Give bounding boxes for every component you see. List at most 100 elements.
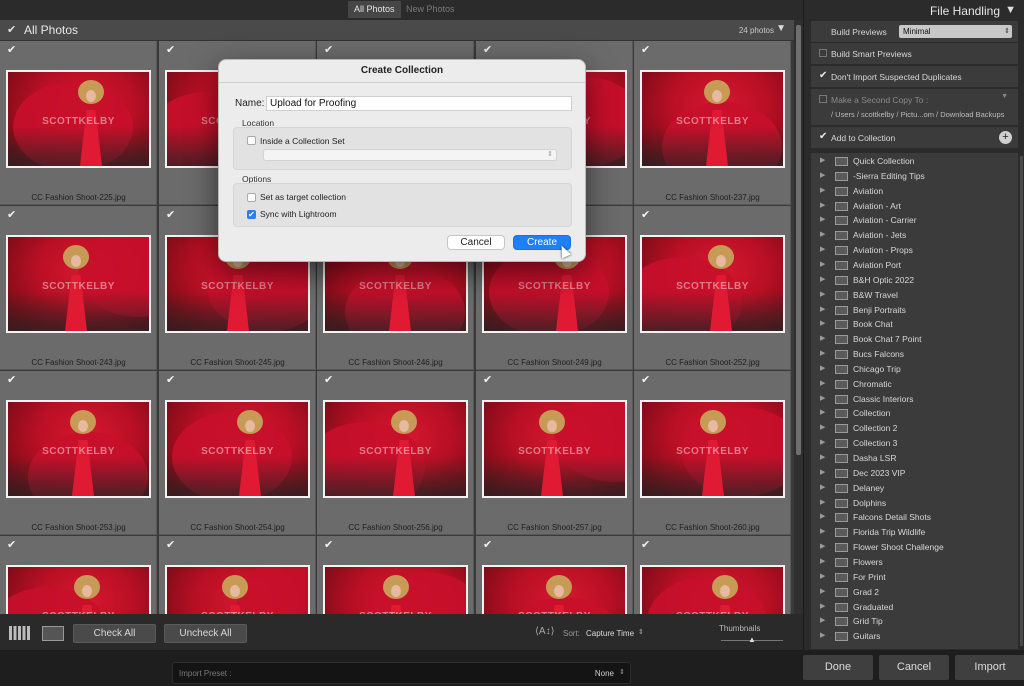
- disclosure-triangle-icon[interactable]: ▶: [820, 483, 825, 491]
- collection-item[interactable]: ▶ Dec 2023 VIP: [811, 466, 1018, 481]
- photo-cell[interactable]: ✔ SCOTTKELBY CC Fashion Shoot-237.jpg: [634, 41, 791, 205]
- disclosure-triangle-icon[interactable]: ▶: [820, 557, 825, 565]
- sort-select[interactable]: Capture Time: [586, 629, 634, 638]
- disclosure-triangle-icon[interactable]: ▶: [820, 171, 825, 179]
- disclosure-triangle-icon[interactable]: ▶: [820, 616, 825, 624]
- photo-thumbnail[interactable]: SCOTTKELBY: [165, 400, 310, 498]
- photo-thumbnail[interactable]: SCOTTKELBY: [6, 565, 151, 614]
- disclosure-triangle-icon[interactable]: ▶: [820, 408, 825, 416]
- grid-scrollbar-thumb[interactable]: [796, 25, 801, 455]
- collection-item[interactable]: ▶ Aviation - Props: [811, 243, 1018, 258]
- disclosure-triangle-icon[interactable]: ▶: [820, 215, 825, 223]
- collection-item[interactable]: ▶ Quick Collection: [811, 154, 1018, 169]
- disclosure-triangle-icon[interactable]: ▶: [820, 572, 825, 580]
- second-copy-checkbox[interactable]: [819, 95, 827, 103]
- disclosure-triangle-icon[interactable]: ▶: [820, 290, 825, 298]
- disclosure-triangle-icon[interactable]: ▶: [820, 602, 825, 610]
- collection-item[interactable]: ▶ Aviation - Art: [811, 199, 1018, 214]
- collection-item[interactable]: ▶ Aviation: [811, 184, 1018, 199]
- photo-cell[interactable]: ✔ SCOTTKELBY: [159, 536, 316, 614]
- photo-cell[interactable]: ✔ SCOTTKELBY CC Fashion Shoot-256.jpg: [317, 371, 474, 535]
- photo-thumbnail[interactable]: SCOTTKELBY: [6, 70, 151, 168]
- photo-checkbox[interactable]: ✔: [641, 43, 650, 56]
- done-button[interactable]: Done: [803, 655, 873, 680]
- photo-cell[interactable]: ✔ SCOTTKELBY: [634, 536, 791, 614]
- import-preset-select[interactable]: Import Preset : None ⇕: [172, 662, 631, 684]
- photo-checkbox[interactable]: ✔: [166, 538, 175, 551]
- uncheck-all-button[interactable]: Uncheck All: [164, 624, 247, 643]
- sync-with-lightroom-checkbox[interactable]: ✔: [247, 210, 256, 219]
- collection-item[interactable]: ▶ Aviation - Jets: [811, 228, 1018, 243]
- disclosure-triangle-icon[interactable]: ▶: [820, 512, 825, 520]
- photo-thumbnail[interactable]: SCOTTKELBY: [6, 235, 151, 333]
- tab-all-photos[interactable]: All Photos: [348, 1, 401, 18]
- photo-cell[interactable]: ✔ SCOTTKELBY: [317, 536, 474, 614]
- collection-item[interactable]: ▶ B&W Travel: [811, 288, 1018, 303]
- photo-cell[interactable]: ✔ SCOTTKELBY CC Fashion Shoot-253.jpg: [0, 371, 157, 535]
- collection-item[interactable]: ▶ Bucs Falcons: [811, 347, 1018, 362]
- disclosure-triangle-icon[interactable]: ▶: [820, 453, 825, 461]
- collection-item[interactable]: ▶ B&H Optic 2022: [811, 273, 1018, 288]
- photo-cell[interactable]: ✔ SCOTTKELBY CC Fashion Shoot-243.jpg: [0, 206, 157, 370]
- collection-item[interactable]: ▶ Delaney: [811, 481, 1018, 496]
- collection-item[interactable]: ▶ For Print: [811, 570, 1018, 585]
- thumbnail-slider-knob[interactable]: ▲: [748, 635, 756, 644]
- collection-item[interactable]: ▶ Graduated: [811, 600, 1018, 615]
- collection-name-input[interactable]: [266, 96, 572, 111]
- collection-item[interactable]: ▶ Chicago Trip: [811, 362, 1018, 377]
- dont-import-duplicates-checkbox[interactable]: ✔: [819, 70, 827, 81]
- photo-thumbnail[interactable]: SCOTTKELBY: [6, 400, 151, 498]
- photo-checkbox[interactable]: ✔: [7, 373, 16, 386]
- photo-cell[interactable]: ✔ SCOTTKELBY CC Fashion Shoot-257.jpg: [476, 371, 633, 535]
- disclosure-triangle-icon[interactable]: ▶: [820, 156, 825, 164]
- collection-item[interactable]: ▶ Collection 2: [811, 421, 1018, 436]
- photo-thumbnail[interactable]: SCOTTKELBY: [640, 70, 785, 168]
- disclosure-triangle-icon[interactable]: ▶: [820, 334, 825, 342]
- sort-direction-icon[interactable]: ⟨A↕⟩: [535, 626, 554, 637]
- grid-scrollbar[interactable]: [794, 20, 803, 614]
- disclosure-triangle-icon[interactable]: ▶: [820, 527, 825, 535]
- collection-item[interactable]: ▶ Chromatic: [811, 377, 1018, 392]
- photo-thumbnail[interactable]: SCOTTKELBY: [323, 565, 468, 614]
- photo-checkbox[interactable]: ✔: [7, 538, 16, 551]
- disclosure-triangle-icon[interactable]: ▶: [820, 498, 825, 506]
- collection-item[interactable]: ▶ Flowers: [811, 555, 1018, 570]
- disclosure-triangle-icon[interactable]: ▶: [820, 349, 825, 357]
- photo-cell[interactable]: ✔ SCOTTKELBY CC Fashion Shoot-254.jpg: [159, 371, 316, 535]
- photo-thumbnail[interactable]: SCOTTKELBY: [165, 565, 310, 614]
- photo-thumbnail[interactable]: SCOTTKELBY: [640, 235, 785, 333]
- collection-item[interactable]: ▶ Grid Tip: [811, 614, 1018, 629]
- collection-set-select[interactable]: ⇕: [263, 149, 557, 161]
- set-as-target-checkbox[interactable]: [247, 193, 256, 202]
- photo-checkbox[interactable]: ✔: [166, 43, 175, 56]
- photo-thumbnail[interactable]: SCOTTKELBY: [323, 400, 468, 498]
- disclosure-triangle-icon[interactable]: ▶: [820, 631, 825, 639]
- collection-item[interactable]: ▶ Aviation Port: [811, 258, 1018, 273]
- second-copy-path[interactable]: / Users / scottkelby / Pictu...om / Down…: [831, 110, 1004, 119]
- disclosure-triangle-icon[interactable]: ▶: [820, 394, 825, 402]
- panel-scrollbar[interactable]: [1020, 156, 1023, 646]
- disclosure-triangle-icon[interactable]: ▶: [820, 230, 825, 238]
- photo-checkbox[interactable]: ✔: [324, 373, 333, 386]
- disclosure-triangle-icon[interactable]: ▶: [820, 186, 825, 194]
- photo-checkbox[interactable]: ✔: [166, 373, 175, 386]
- disclosure-triangle-icon[interactable]: ▶: [820, 305, 825, 313]
- photo-checkbox[interactable]: ✔: [324, 538, 333, 551]
- collection-item[interactable]: ▶ Book Chat 7 Point: [811, 332, 1018, 347]
- photo-checkbox[interactable]: ✔: [483, 373, 492, 386]
- photo-checkbox[interactable]: ✔: [641, 373, 650, 386]
- disclosure-triangle-icon[interactable]: ▶: [820, 275, 825, 283]
- chevron-down-icon[interactable]: ▼: [1001, 93, 1008, 100]
- collection-item[interactable]: ▶ Benji Portraits: [811, 303, 1018, 318]
- photo-checkbox[interactable]: ✔: [483, 43, 492, 56]
- photo-cell[interactable]: ✔ SCOTTKELBY: [0, 536, 157, 614]
- photo-checkbox[interactable]: ✔: [641, 538, 650, 551]
- collection-item[interactable]: ▶ Aviation - Carrier: [811, 213, 1018, 228]
- disclosure-triangle-icon[interactable]: ▶: [820, 201, 825, 209]
- collection-item[interactable]: ▶ Dolphins: [811, 496, 1018, 511]
- select-arrows-icon[interactable]: ⇕: [638, 628, 644, 636]
- cancel-import-button[interactable]: Cancel: [879, 655, 949, 680]
- photo-checkbox[interactable]: ✔: [641, 208, 650, 221]
- photo-checkbox[interactable]: ✔: [324, 43, 333, 56]
- collection-item[interactable]: ▶ -Sierra Editing Tips: [811, 169, 1018, 184]
